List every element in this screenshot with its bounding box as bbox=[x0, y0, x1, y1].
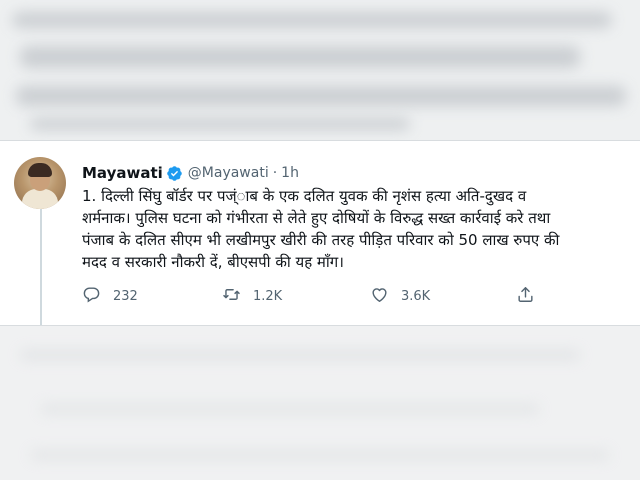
like-count: 3.6K bbox=[401, 288, 431, 304]
tweet-card[interactable]: Mayawati @Mayawati · 1h 1. दिल्ली सिंघु … bbox=[0, 141, 640, 325]
thread-connector-line bbox=[40, 209, 42, 325]
tweet-text-line: पंजाब के दलित सीएम भी लखीमपुर खीरी की तर… bbox=[82, 231, 560, 249]
retweet-count: 1.2K bbox=[253, 288, 283, 304]
share-button[interactable] bbox=[516, 285, 535, 307]
tweet-text-line: शर्मनाक। पुलिस घटना को गंभीरता से लेते ह… bbox=[82, 209, 551, 227]
tweet-header: Mayawati @Mayawati · 1h bbox=[82, 163, 299, 183]
blurred-background-bottom bbox=[0, 326, 640, 480]
reply-icon bbox=[82, 285, 101, 308]
heart-icon bbox=[370, 285, 389, 308]
blurred-background-top bbox=[0, 0, 640, 140]
retweet-button[interactable]: 1.2K bbox=[222, 285, 282, 307]
share-icon bbox=[516, 285, 535, 308]
reply-count: 232 bbox=[113, 288, 138, 304]
tweet-text: 1. दिल्ली सिंघु बॉर्डर पर पज्ंाब के एक द… bbox=[82, 185, 622, 273]
screenshot-page: Mayawati @Mayawati · 1h 1. दिल्ली सिंघु … bbox=[0, 0, 640, 480]
tweet-text-line: मदद व सरकारी नौकरी दें, बीएसपी की यह माँ… bbox=[82, 253, 344, 271]
tweet-text-line: 1. दिल्ली सिंघु बॉर्डर पर पज्ंाब के एक द… bbox=[82, 187, 527, 205]
reply-button[interactable]: 232 bbox=[82, 285, 138, 307]
tweet-timestamp[interactable]: 1h bbox=[281, 165, 299, 181]
verified-badge-icon bbox=[166, 165, 183, 182]
like-button[interactable]: 3.6K bbox=[370, 285, 430, 307]
tweet-actions: 232 1.2K 3.6K bbox=[82, 285, 562, 307]
author-handle[interactable]: @Mayawati bbox=[188, 165, 269, 181]
avatar[interactable] bbox=[14, 157, 66, 209]
author-name[interactable]: Mayawati bbox=[82, 164, 163, 182]
separator-dot: · bbox=[272, 165, 278, 181]
retweet-icon bbox=[222, 285, 241, 308]
